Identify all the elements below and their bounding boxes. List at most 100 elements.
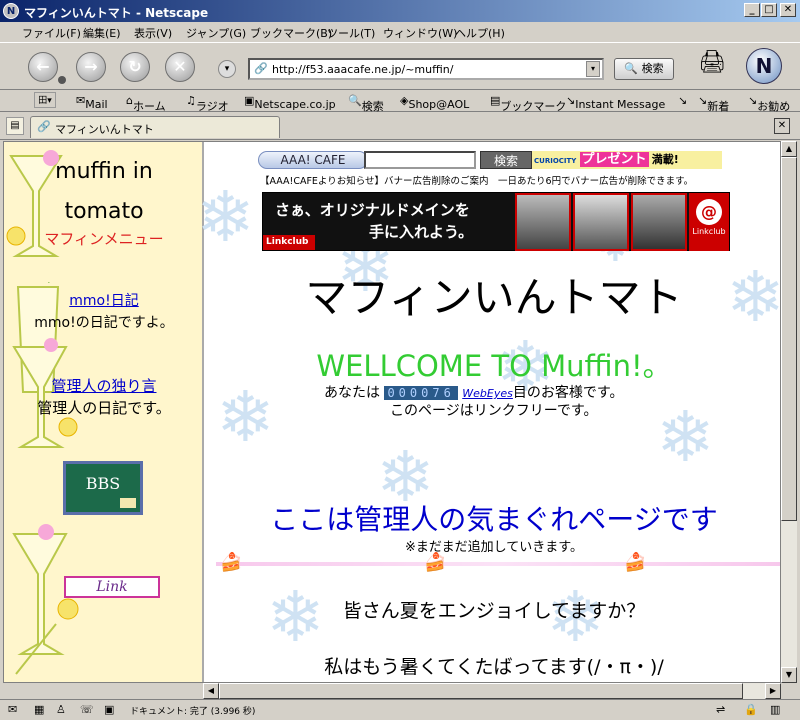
heat-message: 私はもう暑くてくたばってます(/・π・)/ (324, 656, 664, 678)
menu-go[interactable]: ジャンプ(G) (186, 25, 246, 41)
personal-item-search[interactable]: 🔍 検索 (348, 94, 384, 113)
menu-window[interactable]: ウィンドウ(W) (383, 25, 457, 41)
back-arrow-icon: ← (36, 57, 50, 76)
admin-monologue-link[interactable]: 管理人の独り言 (24, 375, 184, 396)
menu-bookmarks[interactable]: ブックマーク(B) (250, 25, 332, 41)
online-status-icon[interactable]: ⇌ (716, 703, 725, 716)
cake-divider-icon: 🍰 (220, 552, 243, 573)
forward-button[interactable]: → (76, 52, 106, 82)
ad-notice[interactable]: 【AAA!CAFEよりお知らせ】バナー広告削除のご案内 一日あたり6円でバナー広… (260, 173, 780, 187)
im-icon[interactable]: ♙ (56, 703, 66, 716)
curiocity-present-banner[interactable]: CURIOCITY プレゼント 満載! (532, 151, 722, 169)
personal-item-shop[interactable]: ◈ Shop@AOL (400, 94, 469, 111)
forward-arrow-icon: → (84, 57, 98, 76)
diary-description: mmo!の日記ですよ。 (34, 315, 174, 331)
reload-button[interactable]: ↻ (120, 52, 150, 82)
magnifier-icon: 🔍 (624, 62, 639, 75)
ad-search-input[interactable] (364, 151, 476, 169)
linkclub-logo: @ Linkclub (689, 193, 729, 251)
visitor-prefix: あなたは (324, 385, 380, 401)
link-free-notice: このページはリンクフリーです。 (390, 403, 598, 419)
composer-icon[interactable]: ▦ (34, 703, 44, 716)
personal-item-mail[interactable]: ✉ Mail (76, 94, 108, 111)
banner-text-line1: さぁ、オリジナルドメインを (275, 201, 470, 219)
new-tab-icon[interactable]: ▤ (6, 117, 24, 135)
print-icon[interactable]: 🖨 (698, 50, 726, 78)
scroll-right-icon[interactable]: ▶ (765, 683, 781, 699)
banner-photo-person (515, 193, 571, 251)
personal-item-whatsnew[interactable]: ↘ 新着 (698, 94, 729, 113)
bbs-button[interactable]: BBS (63, 461, 143, 515)
cocktail-glass-icon-4 (12, 524, 79, 675)
scroll-left-icon[interactable]: ◀ (203, 683, 219, 699)
back-button[interactable]: ← (28, 52, 58, 82)
back-dropdown-icon[interactable] (58, 76, 66, 84)
eraser-icon (120, 498, 136, 508)
sidebar-resize-icon[interactable]: ▥ (770, 703, 780, 716)
netscape-throbber-icon[interactable]: N (746, 48, 782, 84)
mail-icon[interactable]: ✉ (8, 703, 17, 716)
title-bar[interactable]: N マフィンいんトマト - Netscape _ □ ✕ (0, 0, 800, 22)
page-proxy-icon[interactable]: 🔗 (254, 62, 268, 75)
close-tab-button[interactable]: ✕ (774, 118, 790, 134)
status-bar: ✉ ▦ ♙ ☏ ▣ ドキュメント: 完了 (3.996 秒) ⇌ 🔒 ▥ (0, 699, 800, 720)
close-window-button[interactable]: ✕ (780, 3, 796, 17)
diary-link[interactable]: mmo!日記 (24, 290, 184, 310)
curiocity-logo: CURIOCITY (534, 157, 577, 165)
personal-item-home[interactable]: ⌂ ホーム (126, 94, 166, 113)
present-label: プレゼント (579, 152, 649, 167)
personal-item-bookmarks[interactable]: ▤ ブックマーク (490, 94, 566, 113)
menu-file[interactable]: ファイル(F) (22, 25, 81, 41)
tab-title: マフィンいんトマト (55, 123, 154, 136)
url-dropdown-icon[interactable]: ▾ (586, 61, 600, 77)
ad-search-button[interactable]: 検索 (480, 151, 532, 169)
address-book-icon[interactable]: ☏ (80, 703, 94, 716)
minimize-button[interactable]: _ (744, 3, 760, 17)
security-lock-icon[interactable]: 🔒 (744, 703, 758, 716)
vertical-scrollbar[interactable]: ▲ ▼ (781, 141, 797, 683)
personal-item-instant-message[interactable]: ↘ Instant Message (566, 94, 665, 111)
welcome-message: WELLCOME TO Muffin!。 (316, 349, 672, 383)
personal-item-radio[interactable]: ♫ ラジオ (186, 94, 229, 113)
personal-toolbar: 田▾ ✉ Mail ⌂ ホーム ♫ ラジオ ▣ Netscape.co.jp 🔍… (0, 90, 800, 113)
tab-current[interactable]: 🔗 マフィンいんトマト (30, 116, 280, 138)
personal-item-netscape[interactable]: ▣ Netscape.co.jp (244, 94, 336, 111)
linkclub-banner[interactable]: さぁ、オリジナルドメインを 手に入れよう。 Linkclub @ Linkclu… (262, 192, 730, 251)
horizontal-scroll-thumb[interactable] (219, 683, 743, 699)
menu-tools[interactable]: ツール(T) (327, 25, 375, 41)
status-text: ドキュメント: 完了 (3.996 秒) (130, 707, 256, 717)
personal-item-recommended[interactable]: ↘ お勧め (748, 94, 790, 113)
stop-x-icon: ✕ (173, 57, 187, 76)
terminal-icon[interactable]: ▣ (104, 703, 114, 716)
personal-item-blank[interactable]: ↘ (678, 94, 687, 107)
linkclub-at-icon: @ (696, 199, 722, 225)
menu-help[interactable]: ヘルプ(H) (455, 25, 505, 41)
page-title: マフィンいんトマト (305, 273, 683, 322)
menu-view[interactable]: 表示(V) (134, 25, 172, 41)
horizontal-scrollbar[interactable]: ◀ ▶ (203, 683, 781, 699)
sidebar-toggle-icon[interactable]: 田▾ (34, 92, 56, 108)
hit-counter: 000076 (384, 386, 458, 400)
site-title-line1: muffin in (55, 159, 153, 184)
aaacafe-logo[interactable]: AAA! CAFE (258, 151, 368, 169)
history-dropdown-icon[interactable]: ▾ (218, 60, 236, 78)
snowflake-icon: ❄ (216, 376, 275, 458)
tab-page-icon: 🔗 (37, 120, 51, 133)
search-button[interactable]: 🔍 検索 (614, 58, 674, 80)
scroll-down-icon[interactable]: ▼ (781, 667, 797, 683)
menu-edit[interactable]: 編集(E) (83, 25, 121, 41)
banner-text-line2: 手に入れよう。 (369, 223, 474, 241)
link-ribbon-label: Link (96, 579, 128, 595)
link-ribbon-button[interactable]: Link (64, 576, 160, 598)
cake-divider-icon: 🍰 (424, 552, 447, 573)
scroll-up-icon[interactable]: ▲ (781, 141, 797, 157)
webeyes-link[interactable]: WebEyes (462, 387, 513, 400)
url-bar[interactable]: 🔗 http://f53.aaacafe.ne.jp/~muffin/ ▾ (248, 58, 604, 80)
summer-message: 皆さん夏をエンジョイしてますか？ (342, 600, 646, 622)
reload-icon: ↻ (128, 57, 142, 76)
search-button-label: 検索 (641, 62, 664, 75)
vertical-scroll-thumb[interactable] (781, 157, 797, 521)
stop-button[interactable]: ✕ (165, 52, 195, 82)
maximize-button[interactable]: □ (761, 3, 777, 17)
banner-brand-tag: Linkclub (263, 235, 315, 250)
